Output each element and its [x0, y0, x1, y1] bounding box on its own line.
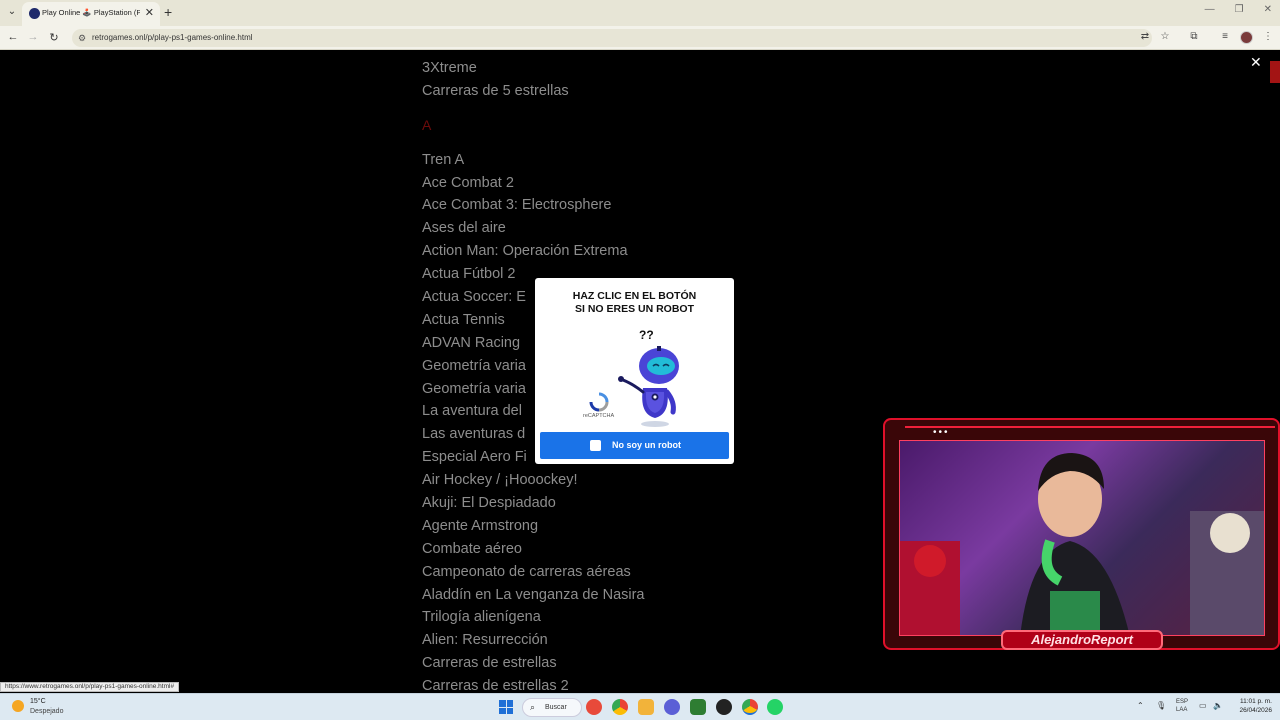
status-url-tooltip: https://www.retrogames.onl/p/play-ps1-ga…: [0, 682, 180, 692]
url-text: retrogames.onl/p/play-ps1-games-online.h…: [92, 33, 253, 42]
recaptcha-logo-icon: [589, 392, 609, 412]
site-favicon-icon: [29, 8, 40, 19]
side-ad-strip: [1270, 61, 1280, 83]
clock-time: 11:01 p. m.: [1239, 698, 1272, 705]
game-link[interactable]: Action Man: Operación Extrema: [422, 240, 645, 263]
game-link[interactable]: Carreras de estrellas 2: [422, 675, 645, 693]
network-icon[interactable]: ▭: [1199, 701, 1207, 710]
webcam-video: [899, 440, 1265, 636]
file-explorer-icon[interactable]: [638, 699, 654, 715]
keyboard-layout: LAA: [1176, 707, 1188, 713]
taskbar-clock[interactable]: 11:01 p. m. 26/04/2026: [1230, 698, 1272, 715]
clock-date: 26/04/2026: [1239, 706, 1272, 714]
streamer-figure-icon: [900, 453, 1264, 635]
microphone-icon[interactable]: 🎙: [1156, 701, 1166, 710]
game-link[interactable]: Aladdín en La venganza de Nasira: [422, 584, 645, 607]
browser-tab-bar: ⌄ Play Online 🕹️ PlayStation (P... ✕ + —…: [0, 0, 1280, 26]
recaptcha-label: reCAPTCHA: [583, 413, 615, 419]
not-a-robot-label: No soy un robot: [612, 440, 681, 450]
weather-description[interactable]: Despejado: [30, 708, 63, 715]
game-link[interactable]: Combate aéreo: [422, 538, 645, 561]
volume-icon[interactable]: 🔈: [1213, 701, 1223, 710]
game-link[interactable]: Air Hockey / ¡Hooockey!: [422, 469, 645, 492]
browser-tab[interactable]: Play Online 🕹️ PlayStation (P... ✕: [22, 2, 160, 26]
search-label: Buscar: [545, 704, 567, 711]
window-close-icon[interactable]: ✕: [1264, 4, 1272, 15]
whatsapp-app-icon[interactable]: [767, 699, 783, 715]
captcha-checkbox[interactable]: [590, 440, 601, 451]
tray-chevron-icon[interactable]: ⌃: [1137, 701, 1144, 710]
overlay-close-icon[interactable]: ✕: [1250, 54, 1262, 71]
windows-taskbar: 15°C Despejado ⌕ Buscar ⌃ 🎙 ESP LAA ▭ 🔈 …: [0, 693, 1280, 720]
game-link[interactable]: Carreras de estrellas: [422, 652, 645, 675]
game-link[interactable]: Carreras de 5 estrellas: [422, 80, 645, 103]
media-controls-icon[interactable]: ≡: [1218, 31, 1232, 42]
extensions-puzzle-icon[interactable]: ⧉: [1187, 31, 1201, 42]
chrome-active-icon[interactable]: [742, 699, 758, 715]
discord-app-icon[interactable]: [664, 699, 680, 715]
captcha-title-line2: SI NO ERES UN ROBOT: [574, 302, 694, 315]
profile-avatar[interactable]: [1240, 31, 1253, 44]
game-link[interactable]: 3Xtreme: [422, 57, 645, 80]
weather-moon-icon[interactable]: [12, 700, 24, 712]
url-input[interactable]: ⚙ retrogames.onl/p/play-ps1-games-online…: [72, 29, 1152, 47]
windows-start-icon[interactable]: [499, 700, 513, 714]
chrome-app-icon[interactable]: [612, 699, 628, 715]
question-marks: ??: [639, 328, 654, 342]
site-info-icon[interactable]: ⚙: [78, 33, 88, 43]
opera-app-icon[interactable]: [586, 699, 602, 715]
bookmark-star-icon[interactable]: ☆: [1158, 31, 1172, 42]
forward-arrow-icon[interactable]: →: [26, 31, 40, 43]
minimize-icon[interactable]: —: [1205, 4, 1215, 15]
letter-heading: A: [422, 116, 432, 133]
taskbar-search-input[interactable]: ⌕ Buscar: [522, 698, 582, 717]
restore-icon[interactable]: ❐: [1235, 4, 1244, 15]
tab-close-icon[interactable]: ✕: [145, 6, 154, 19]
game-link[interactable]: Agente Armstrong: [422, 515, 645, 538]
terminal-app-icon[interactable]: [690, 699, 706, 715]
game-link[interactable]: Alien: Resurrección: [422, 629, 645, 652]
captcha-dialog: HAZ CLIC EN EL BOTÓN SI NO ERES UN ROBOT…: [535, 278, 734, 464]
game-link[interactable]: Akuji: El Despiadado: [422, 492, 645, 515]
obs-app-icon[interactable]: [716, 699, 732, 715]
streamer-name-badge: AlejandroReport: [1001, 630, 1163, 650]
tab-title: Play Online 🕹️ PlayStation (P...: [42, 8, 140, 17]
language-indicator[interactable]: ESP LAA: [1176, 698, 1188, 714]
game-link[interactable]: Ace Combat 3: Electrosphere: [422, 194, 645, 217]
kebab-menu-icon[interactable]: ⋮: [1261, 31, 1275, 42]
game-link[interactable]: Ases del aire: [422, 217, 645, 240]
tab-search-chevron-icon[interactable]: ⌄: [4, 4, 20, 20]
language-code: ESP: [1176, 699, 1189, 705]
webcam-overlay: ••• AlejandroReport: [883, 418, 1280, 650]
not-a-robot-button[interactable]: No soy un robot: [540, 432, 729, 459]
game-link[interactable]: Ace Combat 2: [422, 172, 645, 195]
webcam-dots-decoration: •••: [933, 427, 950, 438]
translate-icon[interactable]: ⇄: [1138, 31, 1152, 42]
back-arrow-icon[interactable]: ←: [6, 31, 20, 43]
reload-icon[interactable]: ↻: [47, 31, 61, 44]
window-controls: — ❐ ✕: [1205, 4, 1272, 15]
weather-temperature[interactable]: 15°C: [30, 698, 46, 705]
game-link[interactable]: Tren A: [422, 149, 645, 172]
search-icon: ⌕: [530, 702, 536, 712]
game-link[interactable]: Campeonato de carreras aéreas: [422, 561, 645, 584]
game-link[interactable]: Trilogía alienígena: [422, 606, 645, 629]
captcha-title: HAZ CLIC EN EL BOTÓN SI NO ERES UN ROBOT: [535, 290, 734, 315]
captcha-title-line1: HAZ CLIC EN EL BOTÓN: [572, 290, 697, 302]
address-bar-row: ← → ↻ ⚙ retrogames.onl/p/play-ps1-games-…: [0, 26, 1280, 50]
new-tab-plus-icon[interactable]: +: [164, 4, 172, 20]
robot-illustration-icon: [618, 346, 679, 427]
